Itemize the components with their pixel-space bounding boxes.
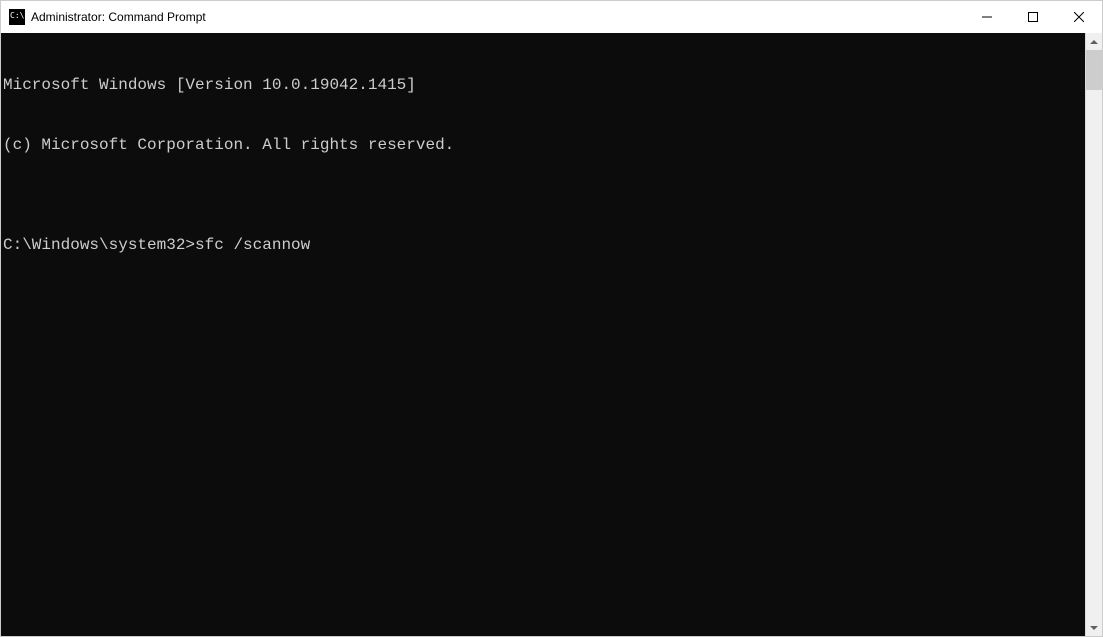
window-title: Administrator: Command Prompt: [31, 10, 964, 24]
minimize-button[interactable]: [964, 1, 1010, 33]
copyright-line: (c) Microsoft Corporation. All rights re…: [3, 135, 1085, 155]
prompt-path: C:\Windows\system32>: [3, 235, 195, 255]
titlebar[interactable]: Administrator: Command Prompt: [1, 1, 1102, 33]
terminal-output[interactable]: Microsoft Windows [Version 10.0.19042.14…: [1, 33, 1085, 636]
scroll-track[interactable]: [1086, 50, 1102, 619]
content-area: Microsoft Windows [Version 10.0.19042.14…: [1, 33, 1102, 636]
cmd-icon: [9, 9, 25, 25]
maximize-button[interactable]: [1010, 1, 1056, 33]
scroll-down-button[interactable]: [1086, 619, 1102, 636]
version-line: Microsoft Windows [Version 10.0.19042.14…: [3, 75, 1085, 95]
prompt-line: C:\Windows\system32>sfc /scannow: [3, 235, 1085, 255]
command-input[interactable]: sfc /scannow: [195, 235, 310, 255]
window-controls: [964, 1, 1102, 33]
close-button[interactable]: [1056, 1, 1102, 33]
close-icon: [1074, 12, 1084, 22]
vertical-scrollbar[interactable]: [1085, 33, 1102, 636]
chevron-down-icon: [1090, 624, 1098, 632]
scroll-thumb[interactable]: [1086, 50, 1102, 90]
scroll-up-button[interactable]: [1086, 33, 1102, 50]
minimize-icon: [982, 12, 992, 22]
chevron-up-icon: [1090, 38, 1098, 46]
command-prompt-window: Administrator: Command Prompt Mic: [0, 0, 1103, 637]
maximize-icon: [1028, 12, 1038, 22]
